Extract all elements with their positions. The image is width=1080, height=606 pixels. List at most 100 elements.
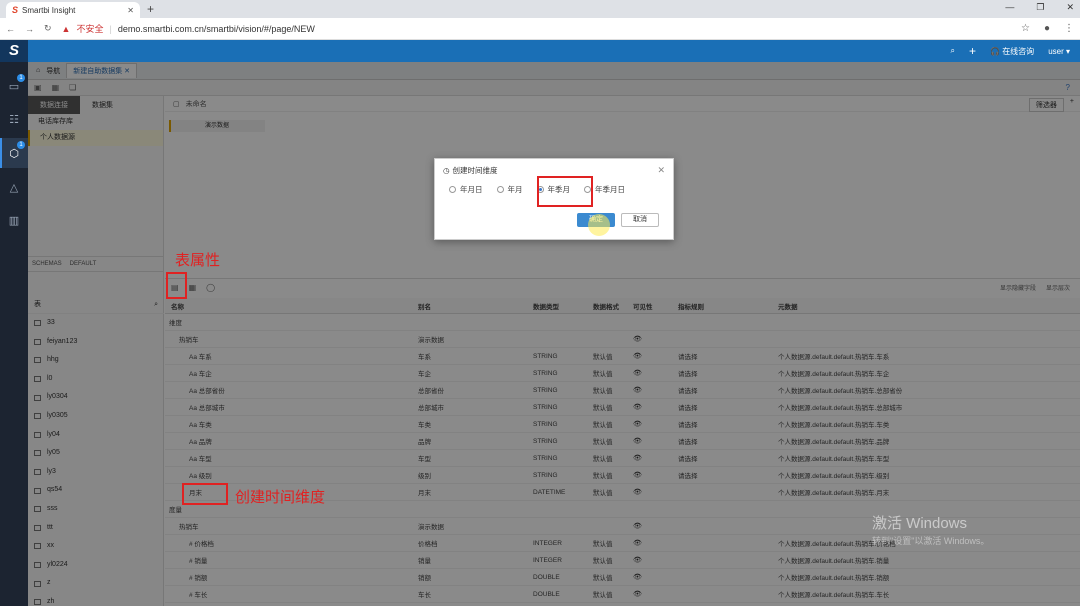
table-list-item[interactable]: ly04	[28, 426, 164, 445]
table-list-item[interactable]: z	[28, 574, 164, 593]
refresh-icon[interactable]: ◯	[206, 283, 215, 292]
cell-fmt[interactable]: 默认值	[593, 572, 633, 582]
cell-fmt[interactable]: 默认值	[593, 470, 633, 480]
cell-vis[interactable]: 👁	[633, 335, 678, 343]
canvas-table-node[interactable]: 演示数据	[169, 120, 265, 132]
cell-rule[interactable]: 请选择	[678, 385, 778, 395]
add-icon[interactable]: +	[1070, 98, 1074, 112]
table-list-item[interactable]: l0	[28, 370, 164, 389]
table-list-item[interactable]: ly05	[28, 444, 164, 463]
cell-vis[interactable]: 👁	[633, 386, 678, 394]
radio-option[interactable]: 年月日	[449, 184, 483, 195]
search-icon[interactable]: ⌕	[951, 46, 955, 56]
table-row[interactable]: Aa 品牌 品牌 STRING 默认值 👁 请选择 个人数据源.default.defaul…	[165, 433, 1080, 450]
cell-vis[interactable]: 👁	[633, 590, 678, 598]
filter-box[interactable]: 筛选器	[1028, 98, 1064, 112]
search-icon[interactable]: ⌕	[154, 296, 158, 313]
cell-rule[interactable]: 请选择	[678, 351, 778, 361]
radio-icon[interactable]	[449, 185, 456, 193]
show-hierarchy[interactable]: 显示层次	[1046, 283, 1070, 292]
user-menu[interactable]: user ▾	[1048, 47, 1070, 56]
cell-fmt[interactable]: 默认值	[593, 555, 633, 565]
grid-icon[interactable]: ▦	[52, 83, 60, 92]
cell-rule[interactable]: 请选择	[678, 402, 778, 412]
table-list-item[interactable]: sss	[28, 500, 164, 519]
table-list-item[interactable]: feiyan123	[28, 333, 164, 352]
chart-icon[interactable]: ▥	[7, 214, 21, 228]
table-row[interactable]: # 车长 车长 DOUBLE 默认值 👁 个人数据源.default.default.热销…	[165, 586, 1080, 603]
table-list-item[interactable]: ly3	[28, 463, 164, 482]
browser-menu-icon[interactable]: ⋮	[1064, 23, 1074, 34]
table-list-item[interactable]: ly0305	[28, 407, 164, 426]
table-row[interactable]: Aa 车企 车企 STRING 默认值 👁 请选择 个人数据源.default.defaul…	[165, 365, 1080, 382]
dataset-icon[interactable]: ⬡	[7, 147, 21, 161]
copy-icon[interactable]: ❏	[69, 83, 76, 92]
cell-vis[interactable]: 👁	[633, 454, 678, 462]
cancel-button[interactable]: 取消	[621, 213, 659, 227]
back-icon[interactable]: ←	[6, 24, 15, 34]
cell-vis[interactable]: 👁	[633, 403, 678, 411]
cell-vis[interactable]: 👁	[633, 573, 678, 581]
table-list-item[interactable]: yl0224	[28, 556, 164, 575]
cell-rule[interactable]: 请选择	[678, 419, 778, 429]
table-list-item[interactable]: 33	[28, 314, 164, 333]
save-icon[interactable]: ▣	[34, 83, 42, 92]
cell-fmt[interactable]: 默认值	[593, 589, 633, 599]
cell-rule[interactable]: 请选择	[678, 368, 778, 378]
reload-icon[interactable]: ↻	[44, 23, 52, 34]
cell-vis[interactable]: 👁	[633, 437, 678, 445]
table-row[interactable]: 热销车 演示数据 👁	[165, 331, 1080, 348]
cell-vis[interactable]: 👁	[633, 369, 678, 377]
cell-fmt[interactable]: 默认值	[593, 368, 633, 378]
new-tab-button[interactable]: +	[147, 2, 154, 16]
analysis-icon[interactable]: △	[7, 181, 21, 195]
table-row[interactable]: # 销额 销额 DOUBLE 默认值 👁 个人数据源.default.default.热销…	[165, 569, 1080, 586]
home-icon[interactable]: ⌂	[36, 67, 40, 74]
cell-fmt[interactable]: 默认值	[593, 538, 633, 548]
table-row[interactable]: Aa 车型 车型 STRING 默认值 👁 请选择 个人数据源.default.defaul…	[165, 450, 1080, 467]
close-tab-icon[interactable]: ✕	[127, 6, 134, 15]
cell-vis[interactable]: 👁	[633, 522, 678, 530]
breadcrumb-nav[interactable]: 导航	[46, 66, 60, 76]
cell-vis[interactable]: 👁	[633, 471, 678, 479]
radio-option[interactable]: 年月	[496, 184, 523, 195]
table-view-icon[interactable]: ▦	[189, 283, 197, 292]
table-row[interactable]: Aa 总部省份 总部省份 STRING 默认值 👁 请选择 个人数据源.default.de…	[165, 382, 1080, 399]
tab-current-page[interactable]: 新建自助数据集 ✕	[66, 63, 138, 78]
cell-rule[interactable]: 请选择	[678, 470, 778, 480]
cell-fmt[interactable]: 默认值	[593, 436, 633, 446]
close-icon[interactable]: ✕	[657, 165, 665, 176]
table-list-item[interactable]: xx	[28, 537, 164, 556]
cell-vis[interactable]: 👁	[633, 420, 678, 428]
forward-icon[interactable]: →	[25, 24, 34, 34]
cell-fmt[interactable]: 默认值	[593, 487, 633, 497]
table-row[interactable]: Aa 总部城市 总部城市 STRING 默认值 👁 请选择 个人数据源.default.de…	[165, 399, 1080, 416]
table-row[interactable]: Aa 车系 车系 STRING 默认值 👁 请选择 个人数据源.default.defaul…	[165, 348, 1080, 365]
table-row[interactable]: Aa 车类 车类 STRING 默认值 👁 请选择 个人数据源.default.defaul…	[165, 416, 1080, 433]
tab-data-connection[interactable]: 数据连接	[28, 96, 80, 114]
database-icon[interactable]: ☷	[7, 113, 21, 127]
cell-fmt[interactable]: 默认值	[593, 351, 633, 361]
close-window-icon[interactable]: ✕	[1066, 2, 1074, 13]
cell-fmt[interactable]: 默认值	[593, 402, 633, 412]
show-hidden-fields[interactable]: 显示隐藏字段	[1000, 283, 1036, 292]
table-list-item[interactable]: zh	[28, 593, 164, 606]
cell-vis[interactable]: 👁	[633, 352, 678, 360]
profile-icon[interactable]: ●	[1044, 23, 1050, 34]
table-list-item[interactable]: ttt	[28, 519, 164, 538]
table-row[interactable]: # 销量 销量 INTEGER 默认值 👁 个人数据源.default.default.热…	[165, 552, 1080, 569]
tab-dataset[interactable]: 数据集	[80, 96, 125, 114]
cell-fmt[interactable]: 默认值	[593, 385, 633, 395]
source-item[interactable]: 电话库存库	[28, 114, 163, 130]
cell-fmt[interactable]: 默认值	[593, 453, 633, 463]
cell-vis[interactable]: 👁	[633, 539, 678, 547]
source-item-selected[interactable]: 个人数据源	[28, 130, 163, 146]
restore-icon[interactable]: ❐	[1036, 2, 1044, 13]
browser-tab[interactable]: S Smartbi Insight ✕	[6, 2, 140, 18]
online-consult-link[interactable]: 🎧 在线咨询	[990, 46, 1034, 57]
table-list-item[interactable]: hhg	[28, 351, 164, 370]
cell-rule[interactable]: 请选择	[678, 436, 778, 446]
table-row[interactable]: Aa 级别 级别 STRING 默认值 👁 请选择 个人数据源.default.defaul…	[165, 467, 1080, 484]
table-row[interactable]: 维度	[165, 314, 1080, 331]
radio-icon[interactable]	[496, 185, 504, 193]
